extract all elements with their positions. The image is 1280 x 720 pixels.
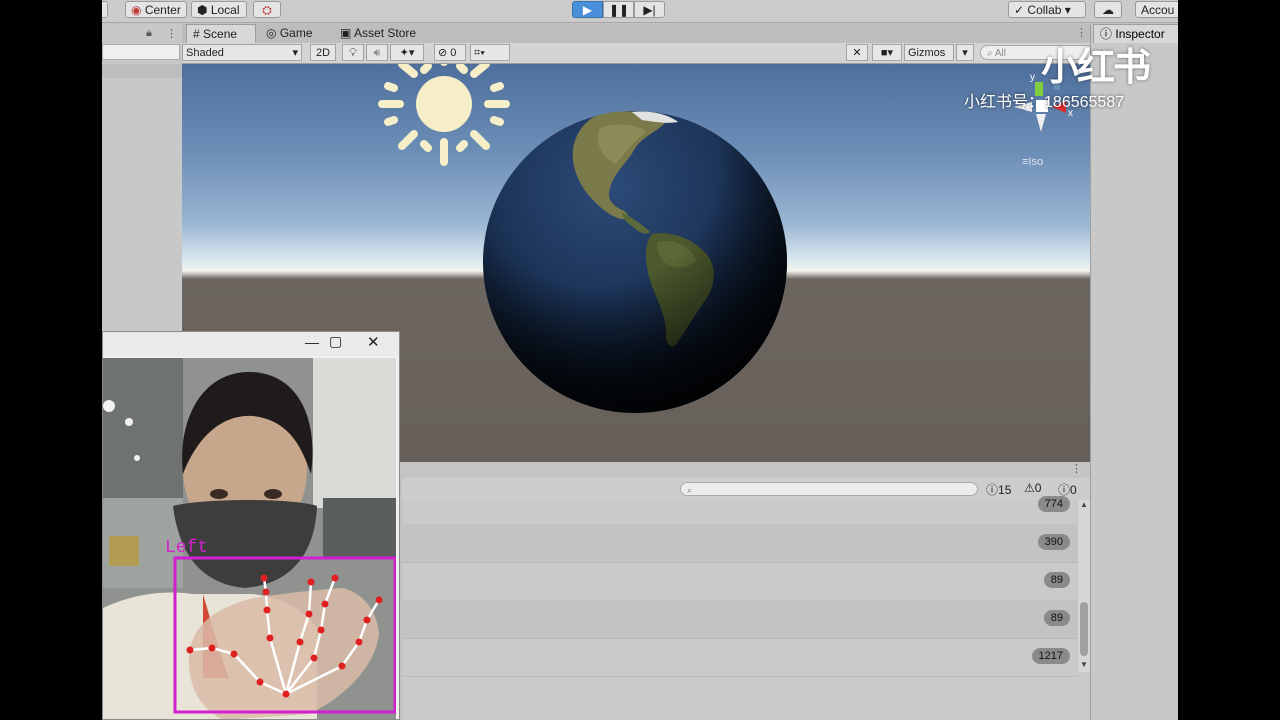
grid-snap-icon: ⌗▾ [474,47,485,59]
custom-tool-button[interactable]: ⛭ [253,1,281,18]
console-log-list: 774 390 89 89 1217 ▲ ▼ [402,496,1090,720]
account-dropdown[interactable]: Accou [1135,1,1178,18]
grid-snap-dropdown[interactable]: ⌗▾ [470,44,510,61]
shading-mode-dropdown[interactable]: Shaded ▾ [182,44,302,61]
pivot-center-toggle[interactable]: ◉ Center [125,1,187,18]
console-row[interactable]: 774 [402,486,1078,525]
projection-toggle[interactable]: ≡Iso [1022,156,1043,168]
webcam-frame: Left [103,358,396,719]
step-icon: ▶| [643,3,656,17]
console-scrollbar[interactable]: ▲ ▼ [1078,500,1090,672]
play-button[interactable]: ▶ [572,1,603,18]
panel-menu-icon[interactable]: ⋮ [166,27,177,40]
tab-game[interactable]: ◎ Game [260,24,330,43]
console-row[interactable]: 89 [402,562,1078,601]
camera-icon: ■▾ [880,47,894,59]
webcam-window[interactable]: — ▢ ✕ Left [102,331,400,720]
local-cube-icon: ⬢ [197,3,208,17]
tab-asset-store[interactable]: ▣ Asset Store [334,24,434,43]
scroll-up-icon[interactable]: ▲ [1080,500,1088,509]
collapse-count-badge: 390 [1037,534,1070,550]
rect-tool-button[interactable] [102,1,108,18]
center-icon: ◉ [131,3,142,17]
tools-button[interactable]: ✕ [846,44,868,61]
hand-label: Left [165,538,208,558]
collapse-count-badge: 1217 [1031,648,1070,664]
step-button[interactable]: ▶| [634,1,665,18]
hidden-objects-toggle[interactable]: ⊘ 0 [434,44,466,61]
search-icon: ⌕ [987,48,993,59]
store-icon: ▣ [340,26,352,40]
lock-icon[interactable]: 🔒︎ [146,27,152,40]
scroll-down-icon[interactable]: ▼ [1080,660,1088,669]
gamepad-icon: ◎ [266,26,277,40]
lighting-toggle[interactable]: 💡︎ [342,44,364,61]
dropdown-arrow-icon: ▾ [962,47,968,59]
console-row[interactable]: 89 [402,600,1078,639]
gizmos-dropdown[interactable]: ▾ [956,44,974,61]
webcam-feed: Left [103,358,396,719]
collapse-count-badge: 89 [1043,610,1070,626]
watermark-id: 小红书号：186565587 [964,94,1125,111]
webcam-titlebar[interactable]: — ▢ ✕ [103,332,399,356]
play-icon: ▶ [582,3,593,17]
main-toolbar: ◉ Center ⬢ Local ⛭ ▶ ❚❚ ▶| ✓ Collab ▾ ☁ … [102,0,1178,23]
scrollbar-thumb[interactable] [1080,602,1088,656]
neg-y-axis-handle[interactable] [1036,114,1046,132]
maximize-button[interactable]: ▢ [329,333,342,350]
collapse-count-badge: 89 [1043,572,1070,588]
cloud-icon: ☁ [1102,3,1114,17]
tab-scene[interactable]: # Scene [186,24,256,43]
hierarchy-search-input[interactable] [102,44,180,60]
close-button[interactable]: ✕ [367,333,380,351]
eye-off-icon: ⊘ [438,47,448,59]
cloud-button[interactable]: ☁ [1094,1,1122,18]
wrench-icon: ✕ [852,47,862,59]
collapse-count-badge: 774 [1037,496,1070,512]
panel-menu-icon[interactable]: ⋮ [1071,462,1082,475]
hierarchy-panel: 🔒︎ ⋮ [102,24,183,334]
pivot-local-toggle[interactable]: ⬢ Local [191,1,247,18]
effects-icon: ✦▾ [399,47,415,59]
scene-toolbar: Shaded ▾ 2D 💡︎ 🔊︎ ✦▾ ⊘ 0 ⌗▾ ✕ ■▾ Gizmos [182,43,1130,64]
console-row[interactable]: 1217 [402,638,1078,677]
collab-dropdown[interactable]: ✓ Collab ▾ [1008,1,1086,18]
hierarchy-header [102,64,182,78]
dropdown-arrow-icon: ▾ [292,47,298,59]
speaker-icon: 🔊︎ [373,47,381,59]
gizmos-button[interactable]: Gizmos [904,44,954,61]
check-icon: ✓ [1014,3,1025,17]
audio-toggle[interactable]: 🔊︎ [366,44,388,61]
pause-button[interactable]: ❚❚ [603,1,634,18]
minimize-button[interactable]: — [305,334,319,350]
camera-dropdown[interactable]: ■▾ [872,44,902,61]
pause-icon: ❚❚ [609,3,630,17]
grid-icon: # [193,27,200,41]
2d-toggle[interactable]: 2D [310,44,336,61]
xiaohongshu-logo: 小红书 [1041,47,1151,89]
console-row[interactable]: 390 [402,524,1078,563]
lightbulb-icon: 💡︎ [349,47,357,59]
tool-settings-icon: ⛭ [262,3,272,17]
effects-dropdown[interactable]: ✦▾ [390,44,424,61]
earth-globe[interactable] [482,106,792,418]
scene-tabs: # Scene ◎ Game ▣ Asset Store ⋮ [182,24,1090,44]
inspector-panel: ⓘ Inspector [1090,24,1178,720]
